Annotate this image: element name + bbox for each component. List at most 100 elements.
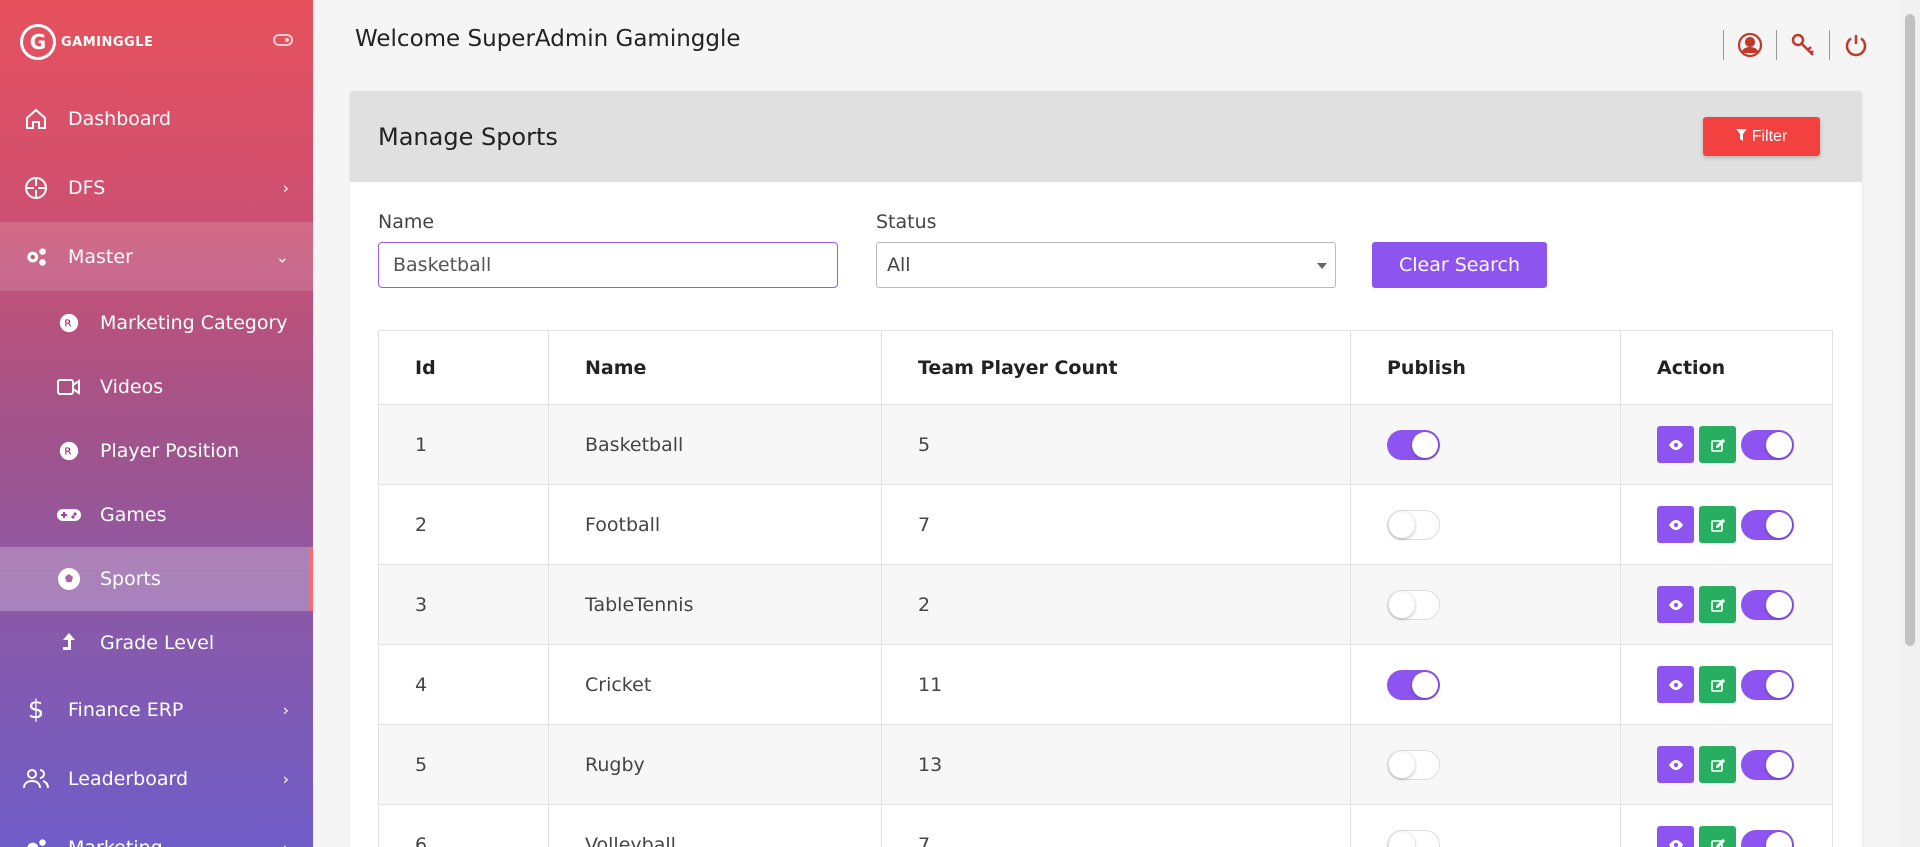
divider [1776,30,1777,60]
publish-toggle[interactable] [1387,509,1440,540]
sports-table: Id Name Team Player Count Publish Action… [378,330,1833,847]
edit-button[interactable] [1699,426,1736,463]
edit-button[interactable] [1699,746,1736,783]
sidebar-toggle-icon[interactable] [273,34,293,46]
sidebar-item-marketing[interactable]: Marketing › [0,813,313,847]
edit-button[interactable] [1699,586,1736,623]
toggle-knob [1389,591,1415,618]
eye-icon [1668,839,1683,847]
view-button[interactable] [1657,666,1694,703]
cell-actions [1620,724,1833,805]
page-scrollbar[interactable] [1900,0,1920,847]
status-toggle[interactable] [1741,829,1794,847]
column-header-team-player-count[interactable]: Team Player Count [881,330,1351,405]
cell-publish [1350,484,1621,565]
soccer-ball-icon [56,566,82,592]
cell-id: 5 [378,724,549,805]
table-row: 5 Rugby 13 [378,724,1833,805]
sidebar-item-master[interactable]: Master ⌄ [0,222,313,291]
chevron-right-icon: › [282,700,289,719]
view-button[interactable] [1657,506,1694,543]
status-toggle[interactable] [1741,749,1794,780]
cell-actions [1620,404,1833,485]
sidebar-subitem-grade-level[interactable]: Grade Level [0,611,313,675]
edit-button[interactable] [1699,506,1736,543]
power-icon[interactable] [1842,31,1870,59]
sidebar-subitem-videos[interactable]: Videos [0,355,313,419]
sidebar-subitem-label: Player Position [100,440,240,462]
sidebar-subitem-games[interactable]: Games [0,483,313,547]
cell-publish [1350,724,1621,805]
key-icon[interactable] [1789,31,1817,59]
edit-button[interactable] [1699,826,1736,847]
row-actions [1657,586,1832,623]
sidebar-item-label: Finance ERP [68,698,184,721]
cell-team-player-count: 7 [881,484,1351,565]
cell-id: 2 [378,484,549,565]
toggle-knob [1766,431,1792,458]
view-button[interactable] [1657,746,1694,783]
column-header-id[interactable]: Id [378,330,549,405]
sidebar-subitem-label: Sports [100,568,161,590]
filter-button[interactable]: Filter [1703,117,1820,156]
scrollbar-thumb[interactable] [1905,14,1915,646]
view-button[interactable] [1657,426,1694,463]
sidebar-item-dashboard[interactable]: Dashboard [0,84,313,153]
view-button[interactable] [1657,586,1694,623]
users-icon [22,765,50,793]
sidebar-item-finance-erp[interactable]: $ Finance ERP › [0,675,313,744]
cell-team-player-count: 5 [881,404,1351,485]
cell-name: Volleyball [548,804,882,847]
cell-actions [1620,644,1833,725]
logo-text: GAMINGGLE [61,34,154,50]
sidebar-subitem-sports[interactable]: Sports [0,547,313,611]
cell-team-player-count: 7 [881,804,1351,847]
column-header-name[interactable]: Name [548,330,882,405]
cell-name: Basketball [548,404,882,485]
publish-toggle[interactable] [1387,589,1440,620]
toggle-knob [1412,671,1438,698]
view-button[interactable] [1657,826,1694,847]
chevron-down-icon: ⌄ [275,247,289,266]
cell-id: 1 [378,404,549,485]
publish-toggle[interactable] [1387,669,1440,700]
user-profile-icon[interactable] [1736,31,1764,59]
table-row: 6 Volleyball 7 [378,804,1833,847]
sidebar-item-dfs[interactable]: DFS › [0,153,313,222]
edit-icon [1710,438,1725,452]
page-title: Manage Sports [378,123,558,151]
status-toggle[interactable] [1741,429,1794,460]
welcome-text: Welcome SuperAdmin Gaminggle [355,26,741,52]
eye-icon [1668,759,1683,770]
column-header-publish[interactable]: Publish [1350,330,1621,405]
cell-name: TableTennis [548,564,882,645]
clear-search-button[interactable]: Clear Search [1372,242,1547,288]
sidebar-subitem-marketing-category[interactable]: R Marketing Category [0,291,313,355]
row-actions [1657,746,1832,783]
gear-badge-icon: R [56,438,82,464]
cell-actions [1620,564,1833,645]
cell-id: 6 [378,804,549,847]
home-icon [22,105,50,133]
toggle-knob [1389,831,1415,847]
logo[interactable]: G GAMINGGLE [0,0,313,84]
aperture-icon [22,174,50,202]
logo-icon: G [20,24,56,60]
status-toggle[interactable] [1741,589,1794,620]
sidebar-subitem-player-position[interactable]: R Player Position [0,419,313,483]
publish-toggle[interactable] [1387,749,1440,780]
cell-publish [1350,804,1621,847]
publish-toggle[interactable] [1387,829,1440,847]
name-search-input[interactable] [378,242,838,288]
svg-text:R: R [64,319,71,330]
publish-toggle[interactable] [1387,429,1440,460]
gears-icon [22,243,50,271]
sidebar-item-leaderboard[interactable]: Leaderboard › [0,744,313,813]
status-toggle[interactable] [1741,669,1794,700]
edit-button[interactable] [1699,666,1736,703]
table-row: 2 Football 7 [378,484,1833,565]
status-toggle[interactable] [1741,509,1794,540]
status-select[interactable]: All [876,242,1336,288]
cell-name: Cricket [548,644,882,725]
toggle-knob [1389,511,1415,538]
